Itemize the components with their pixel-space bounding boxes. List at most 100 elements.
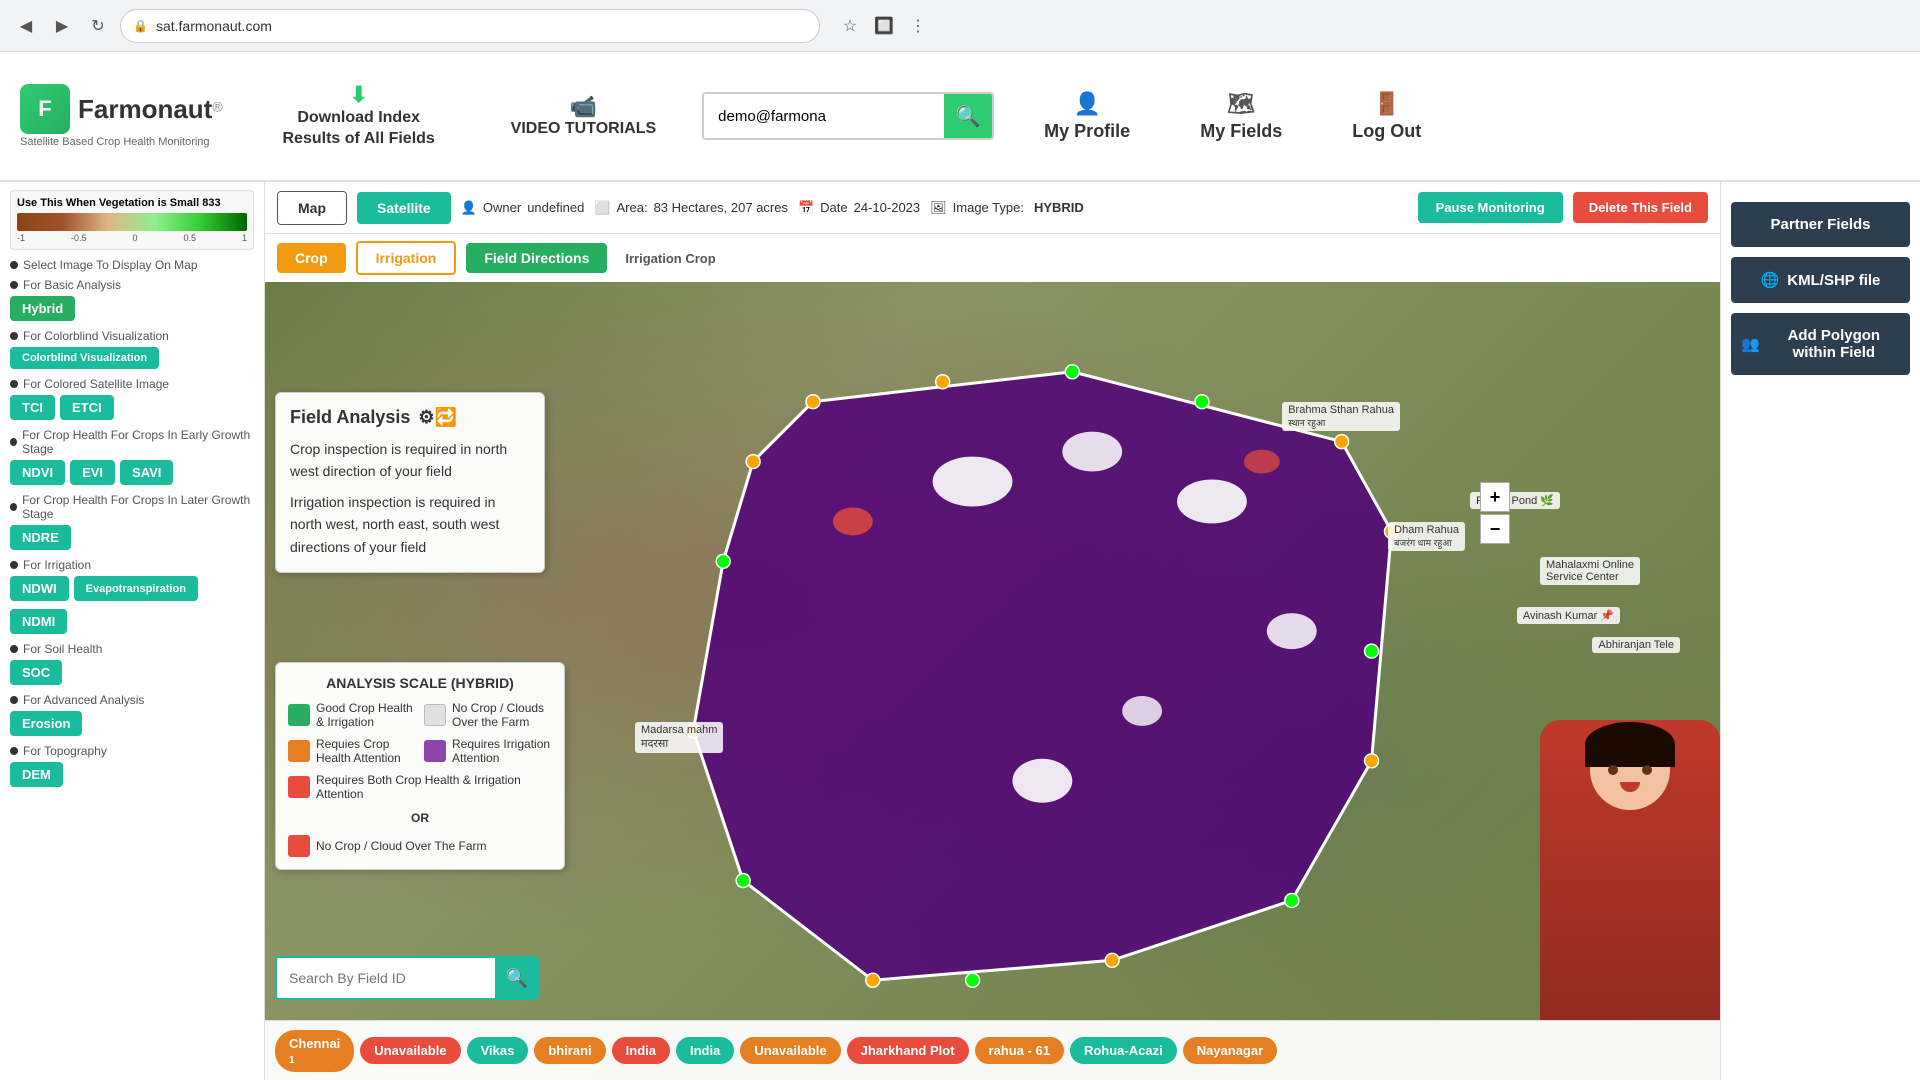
browser-actions: ☆ 🔲 ⋮	[836, 12, 932, 40]
soc-btn[interactable]: SOC	[10, 660, 62, 685]
search-button[interactable]: 🔍	[944, 92, 992, 140]
right-panel: Partner Fields 🌐 KML/SHP file 👥 Add Poly…	[1720, 182, 1920, 1080]
analysis-body: Crop inspection is required in north wes…	[290, 438, 530, 558]
search-input[interactable]	[704, 94, 944, 138]
tag-unavailable-1[interactable]: Unavailable	[360, 1037, 460, 1064]
owner-icon: 👤	[461, 200, 477, 216]
or-label: OR	[288, 811, 552, 825]
dot-icon	[10, 696, 18, 704]
tag-india-2[interactable]: India	[676, 1037, 734, 1064]
ndwi-btn[interactable]: NDWI	[10, 576, 69, 601]
logout-icon: 🚪	[1373, 91, 1400, 117]
tag-chennai[interactable]: Chennai1	[275, 1030, 354, 1072]
erosion-btn[interactable]: Erosion	[10, 711, 82, 736]
delete-field-btn[interactable]: Delete This Field	[1573, 192, 1708, 223]
sidebar: Use This When Vegetation is Small 833 -1…	[0, 182, 265, 1080]
good-crop-color	[288, 704, 310, 726]
map-label-abhiranjan: Abhiranjan Tele	[1592, 637, 1680, 653]
dot-icon	[10, 281, 18, 289]
irr-crop-label: Irrigation Crop	[625, 251, 715, 266]
etci-btn[interactable]: ETCI	[60, 395, 114, 420]
field-search-button[interactable]: 🔍	[495, 956, 539, 1000]
field-directions-btn[interactable]: Field Directions	[466, 243, 607, 273]
satellite-view-btn[interactable]: Satellite	[357, 192, 451, 224]
irrigation-btn[interactable]: Irrigation	[356, 241, 457, 275]
dot-icon	[10, 503, 17, 511]
ndvi-btn[interactable]: NDVI	[10, 460, 65, 485]
map-search[interactable]: 🔍	[275, 956, 539, 1000]
tag-rohua[interactable]: Rohua-Acazi	[1070, 1037, 1177, 1064]
tag-india-1[interactable]: India	[612, 1037, 670, 1064]
dot-icon	[10, 332, 18, 340]
reload-button[interactable]: ↻	[84, 12, 112, 40]
main-content: Use This When Vegetation is Small 833 -1…	[0, 182, 1920, 1080]
fields-label: My Fields	[1200, 121, 1282, 142]
fields-icon: 🗺	[1227, 91, 1255, 117]
forward-button[interactable]: ▶	[48, 12, 76, 40]
colored-sat-label: For Colored Satellite Image	[10, 377, 254, 391]
menu-icon[interactable]: ⋮	[904, 12, 932, 40]
bookmark-icon[interactable]: ☆	[836, 12, 864, 40]
dot-icon	[10, 645, 18, 653]
pause-monitoring-btn[interactable]: Pause Monitoring	[1418, 192, 1563, 223]
logo-subtitle: Satellite Based Crop Health Monitoring	[20, 136, 210, 148]
crop-btn[interactable]: Crop	[277, 243, 346, 273]
logout-nav[interactable]: 🚪 Log Out	[1332, 83, 1441, 150]
avatar-head	[1590, 730, 1670, 810]
basic-analysis-label: For Basic Analysis	[10, 278, 254, 292]
savi-btn[interactable]: SAVI	[120, 460, 173, 485]
irrigation-buttons: NDWI Evapotranspiration	[10, 576, 254, 601]
color-bar	[17, 213, 247, 231]
zoom-out-button[interactable]: −	[1480, 514, 1510, 544]
map-view-btn[interactable]: Map	[277, 191, 347, 225]
tag-jharkhand[interactable]: Jharkhand Plot	[847, 1037, 969, 1064]
download-icon: ⬇	[349, 82, 367, 108]
video-tutorials-section[interactable]: 📹 VIDEO TUTORIALS	[495, 86, 673, 146]
tag-rahua[interactable]: rahua - 61	[975, 1037, 1064, 1064]
download-label: Download Index Results of All Fields	[269, 108, 449, 150]
vegetation-title: Use This When Vegetation is Small 833	[17, 197, 247, 209]
evi-btn[interactable]: EVI	[70, 460, 115, 485]
tag-vikas[interactable]: Vikas	[467, 1037, 529, 1064]
video-icon: 📹	[570, 94, 597, 120]
back-button[interactable]: ◀	[12, 12, 40, 40]
scale-item-no-crop: No Crop / Clouds Over the Farm	[424, 701, 552, 729]
address-bar[interactable]: 🔒 sat.farmonaut.com	[120, 9, 820, 43]
my-profile-nav[interactable]: 👤 My Profile	[1024, 83, 1150, 150]
tag-unavailable-2[interactable]: Unavailable	[740, 1037, 840, 1064]
vegetation-scale: Use This When Vegetation is Small 833 -1…	[10, 190, 254, 250]
ndmi-btn[interactable]: NDMI	[10, 609, 67, 634]
partner-fields-btn[interactable]: Partner Fields	[1731, 202, 1910, 247]
topography-buttons: DEM	[10, 762, 254, 787]
scale-panel: ANALYSIS SCALE (HYBRID) Good Crop Health…	[275, 662, 565, 870]
profile-label: My Profile	[1044, 121, 1130, 142]
ndre-btn[interactable]: NDRE	[10, 525, 71, 550]
zoom-in-button[interactable]: +	[1480, 482, 1510, 512]
tag-bhirani[interactable]: bhirani	[534, 1037, 605, 1064]
topography-label: For Topography	[10, 744, 254, 758]
kml-shp-btn[interactable]: 🌐 KML/SHP file	[1731, 257, 1910, 303]
download-section[interactable]: ⬇ Download Index Results of All Fields	[253, 74, 465, 158]
owner-info: 👤 Owner undefined	[461, 200, 585, 216]
extensions-icon[interactable]: 🔲	[870, 12, 898, 40]
map-label-dham: Dham Rahuaबजरंग धाम रहुआ	[1388, 522, 1465, 551]
map-container[interactable]: Map Satellite 👤 Owner undefined ⬜ Area: …	[265, 182, 1720, 1080]
field-id-search-input[interactable]	[275, 956, 495, 1000]
header-search[interactable]: 🔍	[702, 92, 994, 140]
evapotranspiration-btn[interactable]: Evapotranspiration	[74, 576, 198, 601]
tag-nayanagar[interactable]: Nayanagar	[1183, 1037, 1277, 1064]
add-polygon-btn[interactable]: 👥 Add Polygon within Field	[1731, 313, 1910, 375]
my-fields-nav[interactable]: 🗺 My Fields	[1180, 83, 1302, 150]
secure-icon: 🔒	[133, 19, 148, 33]
map-background[interactable]: Brahma Sthan Rahuaस्थान रहुआ Dham Rahuaब…	[265, 282, 1720, 1080]
zoom-control[interactable]: + −	[1480, 482, 1510, 544]
dot-icon	[10, 438, 17, 446]
dem-btn[interactable]: DEM	[10, 762, 63, 787]
hybrid-btn[interactable]: Hybrid	[10, 296, 75, 321]
area-info: ⬜ Area: 83 Hectares, 207 acres	[594, 200, 788, 216]
analysis-title: Field Analysis ⚙🔁	[290, 407, 530, 428]
map-toolbar: Map Satellite 👤 Owner undefined ⬜ Area: …	[265, 182, 1720, 234]
colorblind-btn[interactable]: Colorblind Visualization	[10, 347, 159, 369]
colorblind-buttons: Colorblind Visualization	[10, 347, 254, 369]
tci-btn[interactable]: TCI	[10, 395, 55, 420]
